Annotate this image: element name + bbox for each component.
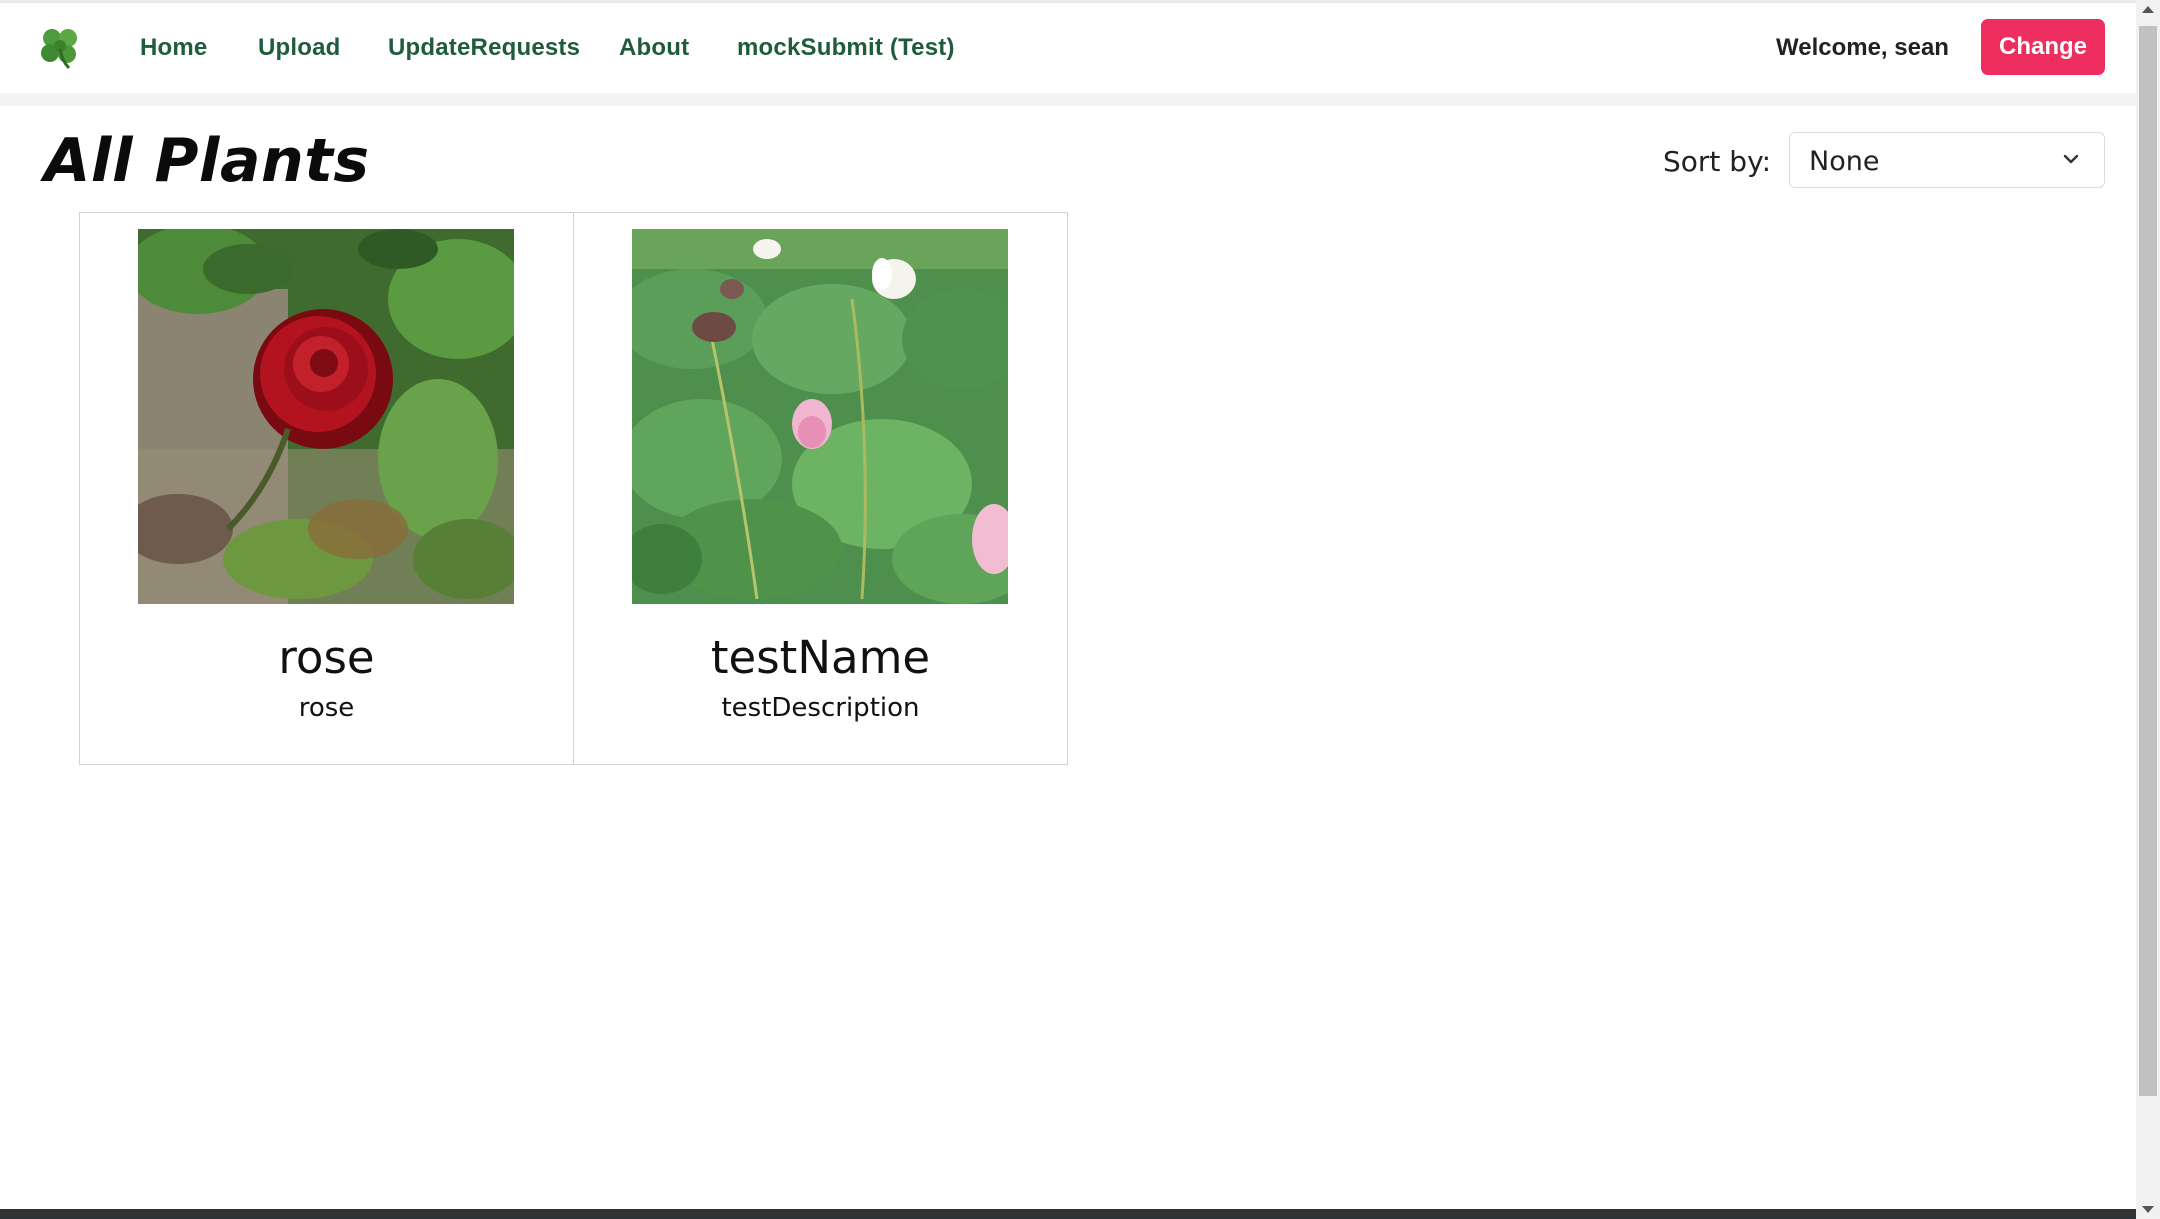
sort-label: Sort by:: [1663, 145, 1772, 178]
nav-update-requests[interactable]: UpdateRequests: [388, 34, 580, 62]
welcome-message: Welcome, sean: [1776, 34, 1949, 61]
sort-select[interactable]: None: [1789, 132, 2105, 188]
taskbar-edge: [0, 1209, 2136, 1219]
plant-description: testDescription: [721, 693, 920, 723]
plant-name: rose: [278, 631, 375, 684]
sort-selected-value: None: [1809, 146, 1880, 177]
plant-card[interactable]: rose rose: [79, 212, 574, 765]
nav-home[interactable]: Home: [140, 34, 207, 62]
lotus-pond-photo: [632, 229, 1008, 604]
scrollbar-thumb[interactable]: [2139, 26, 2157, 1096]
page-title: All Plants: [44, 126, 370, 196]
plant-description: rose: [298, 693, 355, 723]
navbar: Home Upload UpdateRequests About mockSub…: [0, 3, 2136, 93]
change-button[interactable]: Change: [1981, 19, 2105, 75]
red-rose-photo: [138, 229, 514, 604]
nav-mock-submit[interactable]: mockSubmit (Test): [737, 34, 955, 62]
scroll-up-arrow-icon[interactable]: [2142, 6, 2154, 13]
nav-about[interactable]: About: [619, 34, 689, 62]
nav-upload[interactable]: Upload: [258, 34, 341, 62]
vertical-scrollbar[interactable]: [2136, 0, 2160, 1219]
plant-name: testName: [710, 631, 931, 684]
shamrock-icon[interactable]: [36, 23, 84, 71]
chevron-down-icon: [2063, 154, 2079, 164]
scroll-down-arrow-icon[interactable]: [2142, 1206, 2154, 1213]
navbar-divider: [0, 93, 2136, 106]
plant-card[interactable]: testName testDescription: [573, 212, 1068, 765]
